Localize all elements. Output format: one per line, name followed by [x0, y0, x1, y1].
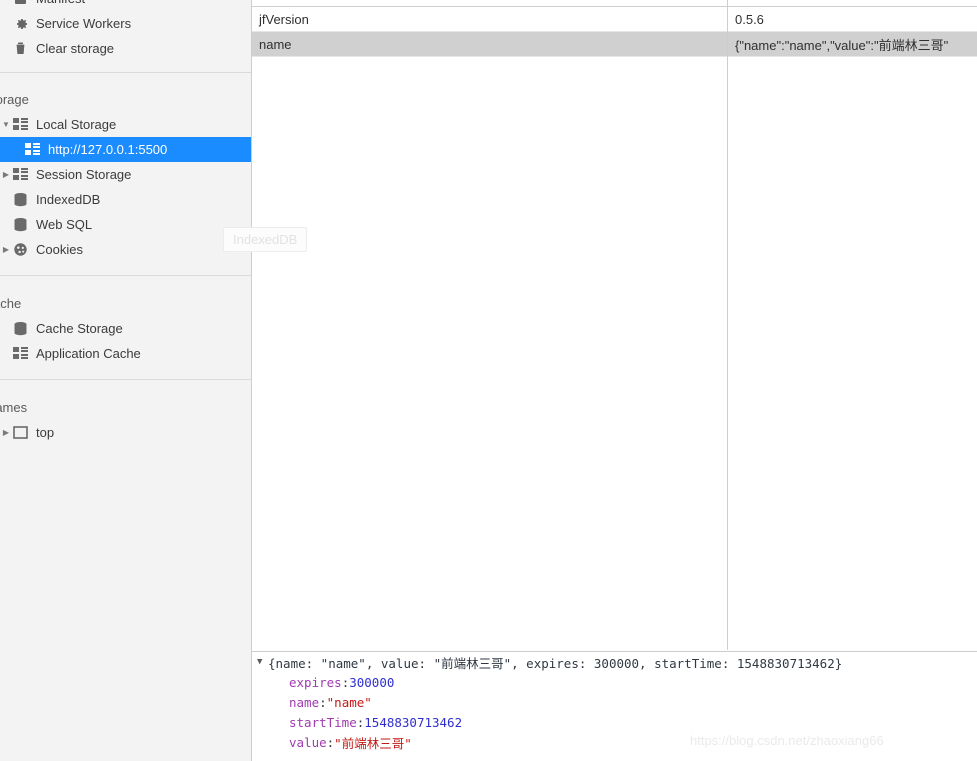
section-label: ache: [0, 295, 22, 311]
application-sidebar: ▸ Manifest ▸ Service Workers ▸: [0, 0, 252, 761]
sidebar-section-storage-title: torage: [0, 86, 251, 112]
property-value: 300000: [349, 674, 395, 690]
property-name: startTime: [289, 714, 357, 730]
sidebar-section-frames-title: rames: [0, 394, 251, 420]
sidebar-item-label: Cache Storage: [36, 321, 123, 336]
section-label: torage: [0, 91, 29, 107]
chevron-right-icon[interactable]: ▶: [0, 245, 12, 254]
property-separator: :: [356, 714, 365, 730]
property-separator: :: [319, 694, 327, 710]
table-grid-icon: [12, 345, 29, 362]
gear-icon: [12, 15, 29, 32]
local-storage-table[interactable]: jfVersion 0.5.6 name {"name":"name","val…: [252, 0, 977, 650]
database-icon: [12, 216, 29, 233]
object-property-row[interactable]: startTime : 1548830713462: [252, 712, 977, 732]
sidebar-item-local-storage[interactable]: ▼ Local Storage: [0, 112, 251, 137]
sidebar-item-clear-storage[interactable]: ▸ Clear storage: [0, 36, 251, 61]
property-name: name: [289, 694, 320, 710]
table-grid-icon: [12, 166, 29, 183]
sidebar-item-label: top: [36, 425, 55, 440]
sidebar-item-cookies[interactable]: ▶ Cookies: [0, 237, 251, 262]
sidebar-item-manifest[interactable]: ▸ Manifest: [0, 0, 251, 11]
sidebar-item-service-workers[interactable]: ▸ Service Workers: [0, 11, 251, 36]
object-property-row[interactable]: value : "前端林三哥": [252, 732, 977, 752]
expand-arrow-placeholder: ▶: [0, 196, 12, 204]
sidebar-item-session-storage[interactable]: ▶ Session Storage: [0, 162, 251, 187]
database-icon: [12, 320, 29, 337]
table-grid-icon: [24, 141, 41, 158]
manifest-icon: [12, 0, 29, 7]
expand-arrow-placeholder: ▸: [0, 20, 12, 28]
sidebar-item-application-cache[interactable]: ▶ Application Cache: [0, 341, 251, 366]
expand-arrow-placeholder: ▶: [0, 325, 12, 333]
expand-arrow-placeholder: ▸: [0, 0, 12, 3]
table-row-partial: [252, 0, 977, 7]
chevron-down-icon[interactable]: ▼: [0, 120, 12, 129]
object-property-row[interactable]: name : "name": [252, 692, 977, 712]
object-preview-panel[interactable]: ▼ {name: "name", value: "前端林三哥", expires…: [252, 651, 977, 761]
devtools-application-panel: ▸ Manifest ▸ Service Workers ▸: [0, 0, 977, 761]
property-separator: :: [326, 734, 335, 750]
frame-icon: [12, 424, 29, 441]
expand-arrow-placeholder: ▶: [0, 221, 12, 229]
property-value: "name": [326, 694, 372, 710]
table-cell-key: name: [259, 36, 292, 52]
sidebar-item-top-frame[interactable]: ▶ top: [0, 420, 251, 445]
cookie-icon: [12, 241, 29, 258]
sidebar-section-cache-title: ache: [0, 290, 251, 316]
property-value: "前端林三哥": [334, 735, 412, 751]
sidebar-item-label: Clear storage: [36, 41, 115, 56]
property-value: 1548830713462: [364, 714, 463, 730]
sidebar-divider: [0, 379, 251, 380]
sidebar-item-local-storage-origin[interactable]: http://127.0.0.1:5500: [0, 137, 251, 162]
expand-arrow-placeholder: ▸: [0, 45, 12, 53]
sidebar-item-label: Local Storage: [36, 117, 117, 132]
sidebar-item-label: Manifest: [36, 0, 85, 6]
sidebar-divider: [0, 275, 251, 276]
trash-icon: [12, 40, 29, 57]
sidebar-item-label: http://127.0.0.1:5500: [48, 142, 168, 157]
sidebar-item-web-sql[interactable]: ▶ Web SQL: [0, 212, 251, 237]
object-property-row[interactable]: expires : 300000: [252, 672, 977, 692]
chevron-right-icon[interactable]: ▶: [0, 170, 12, 179]
sidebar-item-label: Application Cache: [36, 346, 141, 361]
table-row[interactable]: jfVersion 0.5.6: [252, 7, 977, 32]
section-label: rames: [0, 399, 28, 415]
disclosure-triangle-icon[interactable]: ▼: [257, 657, 268, 667]
property-separator: :: [341, 674, 350, 690]
sidebar-item-cache-storage[interactable]: ▶ Cache Storage: [0, 316, 251, 341]
sidebar-item-indexeddb[interactable]: ▶ IndexedDB: [0, 187, 251, 212]
table-cell-value: 0.5.6: [735, 11, 764, 27]
object-preview-summary: {name: "name", value: "前端林三哥", expires: …: [268, 655, 843, 671]
sidebar-item-label: Cookies: [36, 242, 83, 257]
expand-arrow-placeholder: ▶: [0, 350, 12, 358]
column-resize-handle[interactable]: [727, 0, 728, 650]
sidebar-item-label: Web SQL: [36, 217, 93, 232]
chevron-right-icon[interactable]: ▶: [0, 428, 12, 437]
sidebar-divider: [0, 72, 251, 73]
database-icon: [12, 191, 29, 208]
property-name: value: [289, 734, 327, 750]
sidebar-item-label: IndexedDB: [36, 192, 101, 207]
table-cell-value: {"name":"name","value":"前端林三哥": [735, 37, 949, 53]
property-name: expires: [289, 674, 342, 690]
table-grid-icon: [12, 116, 29, 133]
table-cell-key: jfVersion: [259, 11, 309, 27]
sidebar-item-label: Session Storage: [36, 167, 132, 182]
sidebar-item-label: Service Workers: [36, 16, 132, 31]
object-preview-header[interactable]: ▼ {name: "name", value: "前端林三哥", expires…: [252, 652, 977, 672]
table-row[interactable]: name {"name":"name","value":"前端林三哥": [252, 32, 977, 57]
